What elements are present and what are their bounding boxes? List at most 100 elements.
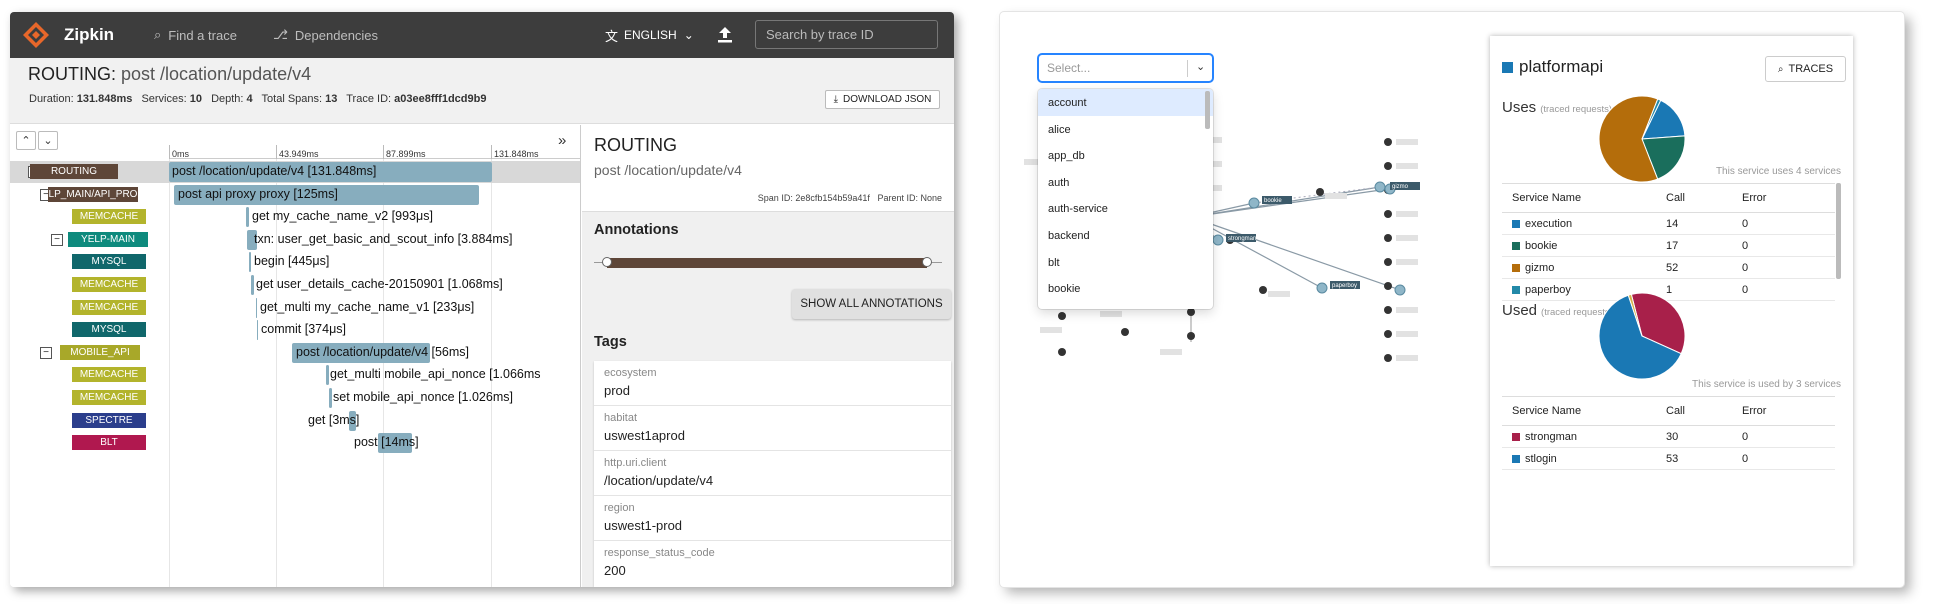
span-duration-bar[interactable] (326, 365, 329, 386)
service-node[interactable] (1316, 188, 1324, 196)
nav-find-trace[interactable]: ⌕ Find a trace (154, 27, 237, 43)
service-node[interactable] (1121, 328, 1129, 336)
span-row[interactable]: MYSQL begin [445μs] (10, 251, 580, 273)
service-node[interactable] (1187, 308, 1195, 316)
service-node[interactable] (1187, 332, 1195, 340)
table-row[interactable]: strongman 30 0 (1502, 426, 1835, 448)
span-row[interactable]: MYSQL commit [374μs] (10, 319, 580, 341)
panel-splitter[interactable] (580, 125, 581, 587)
trace-id-search-input[interactable]: Search by trace ID (755, 20, 938, 49)
service-node[interactable] (1384, 282, 1392, 290)
nav-dependencies[interactable]: ⎇ Dependencies (273, 27, 378, 43)
service-select[interactable]: Select... ⌄ (1038, 54, 1213, 82)
menu-scrollbar[interactable] (1205, 91, 1210, 129)
graph-node-label-bg[interactable] (1325, 193, 1347, 199)
service-option[interactable]: backend (1038, 222, 1213, 249)
span-row[interactable]: MEMCACHE get_multi mobile_api_nonce [1.06… (10, 364, 580, 386)
span-row[interactable]: − MOBILE_API post /location/update/v4 [56m… (10, 342, 580, 364)
service-node[interactable] (1384, 210, 1392, 218)
traces-button[interactable]: ⌕ TRACES (1765, 56, 1846, 82)
table-row[interactable]: gizmo 52 0 (1502, 257, 1835, 279)
collapse-toggle[interactable]: − (51, 233, 63, 246)
graph-node-label[interactable]: paperboy (1332, 283, 1357, 289)
service-node[interactable] (1384, 138, 1392, 146)
graph-node-label-bg[interactable] (1396, 235, 1418, 241)
annotation-marker[interactable] (922, 257, 932, 267)
service-node[interactable] (1384, 234, 1392, 242)
span-row[interactable]: SPECTRE get [3ms] (10, 410, 580, 432)
service-option[interactable]: blt (1038, 249, 1213, 276)
highlighted-service-node[interactable] (1316, 282, 1328, 294)
graph-node-label-bg[interactable] (1396, 355, 1418, 361)
span-duration-bar[interactable] (246, 207, 249, 228)
span-row[interactable]: MEMCACHE set mobile_api_nonce [1.026ms] (10, 387, 580, 409)
collapse-toggle[interactable]: − (40, 346, 52, 359)
span-row[interactable]: BLT post [14ms] (10, 432, 580, 454)
download-json-button[interactable]: ⤓ DOWNLOAD JSON (825, 90, 940, 109)
service-option[interactable]: auth-service (1038, 195, 1213, 222)
graph-node-label-bg[interactable] (1396, 139, 1418, 145)
service-node[interactable] (1058, 312, 1066, 320)
graph-node-label-bg[interactable] (1396, 163, 1418, 169)
span-duration-bar[interactable] (329, 388, 332, 408)
uses-heading: Uses (traced requests) (1502, 99, 1612, 116)
language-selector[interactable]: 文 ENGLISH ⌄ (605, 12, 694, 58)
span-row[interactable]: MEMCACHE get_multi my_cache_name_v1 [233μ… (10, 297, 580, 319)
service-node[interactable] (1058, 348, 1066, 356)
span-row[interactable]: −ROUTINGpost /location/update/v4 [131.84… (10, 161, 580, 183)
service-badge: MEMCACHE (72, 277, 146, 292)
chevron-down-icon[interactable]: ⌄ (1196, 60, 1205, 73)
service-option[interactable]: alice (1038, 116, 1213, 143)
error-cell: 0 (1742, 261, 1749, 274)
highlighted-service-node[interactable] (1394, 284, 1406, 296)
service-node[interactable] (1259, 286, 1267, 294)
nav-find-trace-label: Find a trace (168, 27, 237, 43)
service-cell: bookie (1502, 240, 1666, 252)
graph-node-label[interactable]: gizmo (1392, 184, 1409, 190)
service-option[interactable]: bookie (1038, 275, 1213, 302)
service-badge: SPECTRE (72, 412, 146, 428)
table-row[interactable]: bookie 17 0 (1502, 235, 1835, 257)
graph-node-label-bg[interactable] (1396, 331, 1418, 337)
brand-name[interactable]: Zipkin (64, 25, 144, 45)
highlighted-service-node[interactable] (1248, 197, 1260, 209)
service-node[interactable] (1384, 258, 1392, 266)
table-row[interactable]: stlogin 53 0 (1502, 448, 1835, 470)
span-duration-bar[interactable] (256, 297, 257, 318)
span-row[interactable]: MEMCACHE get my_cache_name_v2 [993μs] (10, 206, 580, 228)
uses-table-scrollbar[interactable] (1836, 183, 1841, 279)
service-node[interactable] (1384, 354, 1392, 362)
graph-node-label[interactable]: strongman (1228, 236, 1256, 242)
span-row[interactable]: − LP_MAIN/API_PRO post api proxy proxy [12… (10, 184, 580, 206)
graph-node-label-bg[interactable] (1100, 311, 1122, 317)
graph-node-label[interactable]: bookie (1264, 198, 1282, 204)
zipkin-logo[interactable] (22, 21, 50, 49)
graph-node-label-bg[interactable] (1160, 349, 1182, 355)
service-node[interactable] (1384, 306, 1392, 314)
graph-node-label-bg[interactable] (1396, 259, 1418, 265)
graph-node-label-bg[interactable] (1268, 291, 1290, 297)
table-row[interactable]: execution 14 0 (1502, 213, 1835, 235)
span-row[interactable]: − YELP-MAIN txn: user_get_basic_and_scout_… (10, 229, 580, 251)
service-badge: ROUTING (30, 164, 118, 179)
service-option[interactable]: account (1038, 89, 1213, 116)
span-duration-bar[interactable] (251, 275, 254, 295)
expand-down-button[interactable]: ⌄ (38, 131, 58, 150)
service-option[interactable]: app_db (1038, 142, 1213, 169)
graph-node-label-bg[interactable] (1396, 211, 1418, 217)
graph-node-label-bg[interactable] (1040, 327, 1062, 333)
annotation-marker[interactable] (602, 257, 612, 267)
call-cell: 17 (1666, 239, 1679, 252)
service-option[interactable]: auth (1038, 169, 1213, 196)
highlighted-service-node[interactable] (1374, 181, 1386, 193)
show-all-annotations-button[interactable]: SHOW ALL ANNOTATIONS (792, 289, 951, 319)
span-duration-bar[interactable] (249, 252, 251, 273)
highlighted-service-node[interactable] (1212, 234, 1224, 246)
upload-icon[interactable] (716, 25, 734, 45)
collapse-up-button[interactable]: ⌃ (16, 131, 36, 150)
service-node[interactable] (1384, 330, 1392, 338)
service-node[interactable] (1384, 162, 1392, 170)
span-duration-bar[interactable] (257, 320, 258, 341)
graph-node-label-bg[interactable] (1396, 307, 1418, 313)
span-row[interactable]: MEMCACHE get user_details_cache-20150901 … (10, 274, 580, 296)
